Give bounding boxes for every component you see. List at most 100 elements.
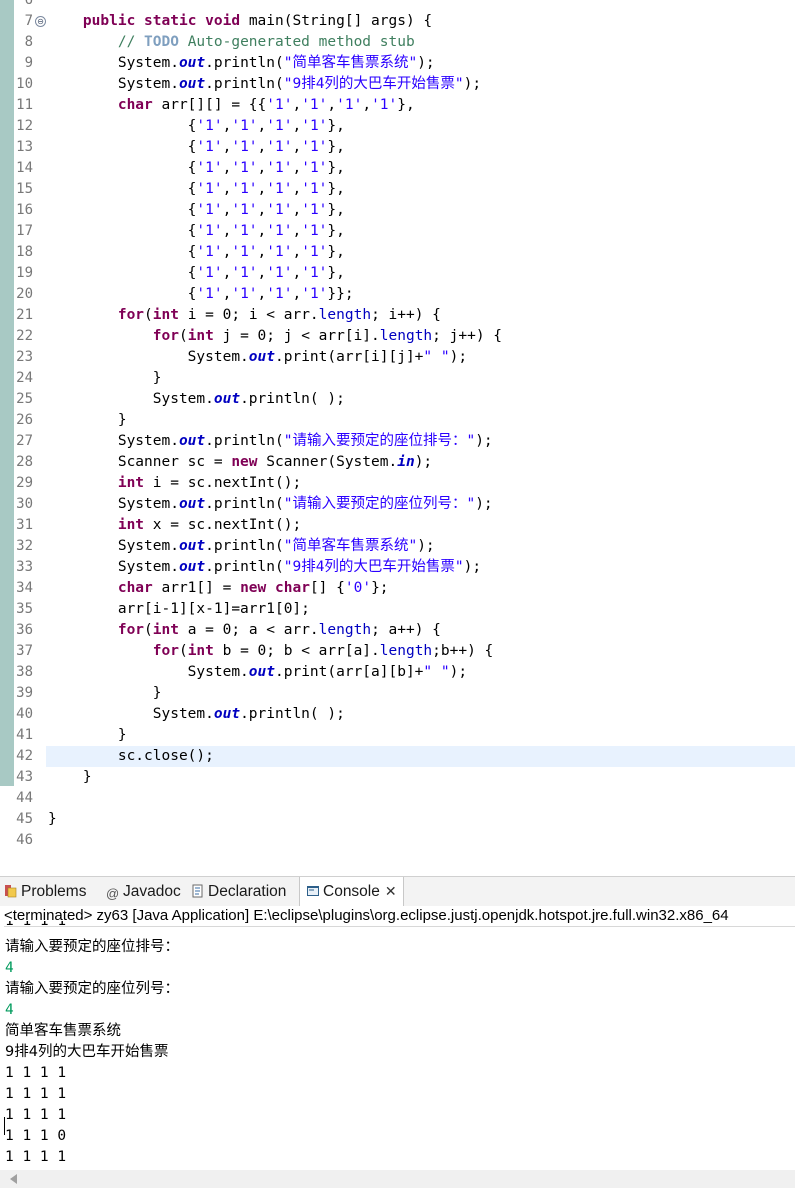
code-line[interactable]: }	[46, 410, 795, 431]
code-line[interactable]: for(int i = 0; i < arr.length; i++) {	[46, 305, 795, 326]
code-line[interactable]: {'1','1','1','1'},	[46, 221, 795, 242]
line-number: 46	[16, 832, 33, 848]
code-line[interactable]: for(int j = 0; j < arr[i].length; j++) {	[46, 326, 795, 347]
code-line[interactable]: System.out.println("请输入要预定的座位排号：");	[46, 431, 795, 452]
code-editor[interactable]: 6 7 ⊖ 8 9 10 11 12 13 14 15 16 17 18 19 20 21 22 23 24 25 26 2…	[0, 0, 795, 850]
code-line[interactable]	[46, 830, 795, 850]
code-line[interactable]: }	[46, 767, 795, 788]
line-number: 13	[16, 139, 33, 155]
code-token: '1'	[266, 265, 293, 281]
code-token: out	[178, 496, 206, 512]
code-line[interactable]: System.out.println("请输入要预定的座位列号：");	[46, 494, 795, 515]
code-line[interactable]: char arr1[] = new char[] {'0'};	[46, 578, 795, 599]
code-token: "9排4列的大巴车开始售票"	[283, 559, 464, 575]
code-line[interactable]: System.out.print(arr[i][j]+" ");	[46, 347, 795, 368]
tab-console[interactable]: Console ✕	[299, 877, 404, 906]
code-line[interactable]: }	[46, 809, 795, 830]
code-token: out	[213, 391, 241, 407]
code-line[interactable]: Scanner sc = new Scanner(System.in);	[46, 452, 795, 473]
code-line[interactable]: // TODO Auto-generated method stub	[46, 32, 795, 53]
fold-collapse-icon[interactable]: ⊖	[35, 16, 46, 27]
code-line[interactable]: {'1','1','1','1'},	[46, 116, 795, 137]
console-horizontal-scrollbar[interactable]	[0, 1170, 795, 1188]
console-line: 1 1 1 1	[5, 1149, 67, 1165]
code-token: '1'	[266, 223, 293, 239]
code-token: int	[117, 475, 145, 491]
code-line[interactable]: public static void main(String[] args) {	[46, 11, 795, 32]
code-token: for	[117, 622, 145, 638]
code-line[interactable]: int x = sc.nextInt();	[46, 515, 795, 536]
code-token: Scanner sc =	[48, 454, 232, 470]
code-line[interactable]: System.out.print(arr[a][b]+" ");	[46, 662, 795, 683]
code-token: '1'	[231, 160, 258, 176]
code-token: (	[144, 622, 153, 638]
code-line[interactable]: arr[i-1][x-1]=arr1[0];	[46, 599, 795, 620]
code-line[interactable]: System.out.println( );	[46, 704, 795, 725]
code-line[interactable]: {'1','1','1','1'},	[46, 158, 795, 179]
code-line[interactable]: System.out.println("简单客车售票系统");	[46, 536, 795, 557]
code-token: '1'	[196, 160, 223, 176]
declaration-icon	[192, 884, 203, 898]
code-line[interactable]: System.out.println("9排4列的大巴车开始售票");	[46, 74, 795, 95]
code-token: out	[178, 55, 206, 71]
code-token: (	[144, 307, 153, 323]
code-line[interactable]: {'1','1','1','1'},	[46, 200, 795, 221]
tab-javadoc[interactable]: @ Javadoc	[106, 877, 181, 906]
tab-label: Problems	[21, 883, 87, 900]
code-token: '1'	[196, 202, 223, 218]
code-line[interactable]: {'1','1','1','1'},	[46, 179, 795, 200]
code-line[interactable]	[46, 0, 795, 11]
line-number: 43	[16, 769, 33, 785]
code-token: );	[463, 76, 482, 92]
line-number: 22	[16, 328, 33, 344]
code-token: );	[414, 454, 433, 470]
line-number: 23	[16, 349, 33, 365]
code-token: System.	[48, 76, 179, 92]
code-line[interactable]: char arr[][] = {{'1','1','1','1'},	[46, 95, 795, 116]
code-token: '1'	[266, 118, 293, 134]
code-token: System.	[48, 391, 214, 407]
code-line[interactable]: }	[46, 683, 795, 704]
code-token: ,	[257, 160, 267, 176]
console-icon	[307, 886, 319, 896]
code-line[interactable]: for(int b = 0; b < arr[a].length;b++) {	[46, 641, 795, 662]
code-token: b = 0; b < arr[a].	[213, 643, 380, 659]
code-line[interactable]: {'1','1','1','1'},	[46, 263, 795, 284]
console-line: 请输入要预定的座位列号：	[5, 981, 179, 997]
code-token: public	[82, 13, 136, 29]
code-token: '1'	[301, 202, 328, 218]
code-token: ,	[362, 97, 372, 113]
code-token: " "	[423, 664, 450, 680]
code-line[interactable]: }	[46, 368, 795, 389]
code-token: '1'	[371, 97, 398, 113]
code-line[interactable]: }	[46, 725, 795, 746]
code-token: length	[318, 307, 372, 323]
code-token: };	[371, 580, 389, 596]
code-token: '1'	[231, 118, 258, 134]
code-token: TODO	[144, 34, 179, 50]
code-line[interactable]: for(int a = 0; a < arr.length; a++) {	[46, 620, 795, 641]
code-line[interactable]: System.out.println("简单客车售票系统");	[46, 53, 795, 74]
code-token: '1'	[301, 223, 328, 239]
console-output[interactable]: <terminated> zy63 [Java Application] E:\…	[0, 906, 795, 1188]
close-icon[interactable]: ✕	[385, 877, 397, 906]
line-number-gutter: 6 7 ⊖ 8 9 10 11 12 13 14 15 16 17 18 19 20 21 22 23 24 25 26 2…	[14, 0, 46, 850]
code-line[interactable]: System.out.println( );	[46, 389, 795, 410]
code-line-current[interactable]: sc.close();	[46, 746, 795, 767]
tab-label: Declaration	[208, 883, 287, 900]
code-token: .println(	[205, 559, 284, 575]
code-line[interactable]	[46, 788, 795, 809]
code-token: (	[178, 328, 188, 344]
code-line[interactable]: System.out.println("9排4列的大巴车开始售票");	[46, 557, 795, 578]
tab-problems[interactable]: Problems	[4, 877, 86, 906]
code-token: ,	[257, 244, 267, 260]
code-token: {	[48, 118, 197, 134]
line-number: 42	[16, 748, 33, 764]
scroll-left-arrow-icon[interactable]	[10, 1174, 17, 1184]
code-line[interactable]: {'1','1','1','1'},	[46, 242, 795, 263]
code-line[interactable]: int i = sc.nextInt();	[46, 473, 795, 494]
tab-declaration[interactable]: Declaration	[191, 877, 286, 906]
code-line[interactable]: {'1','1','1','1'},	[46, 137, 795, 158]
code-line[interactable]: {'1','1','1','1'}};	[46, 284, 795, 305]
